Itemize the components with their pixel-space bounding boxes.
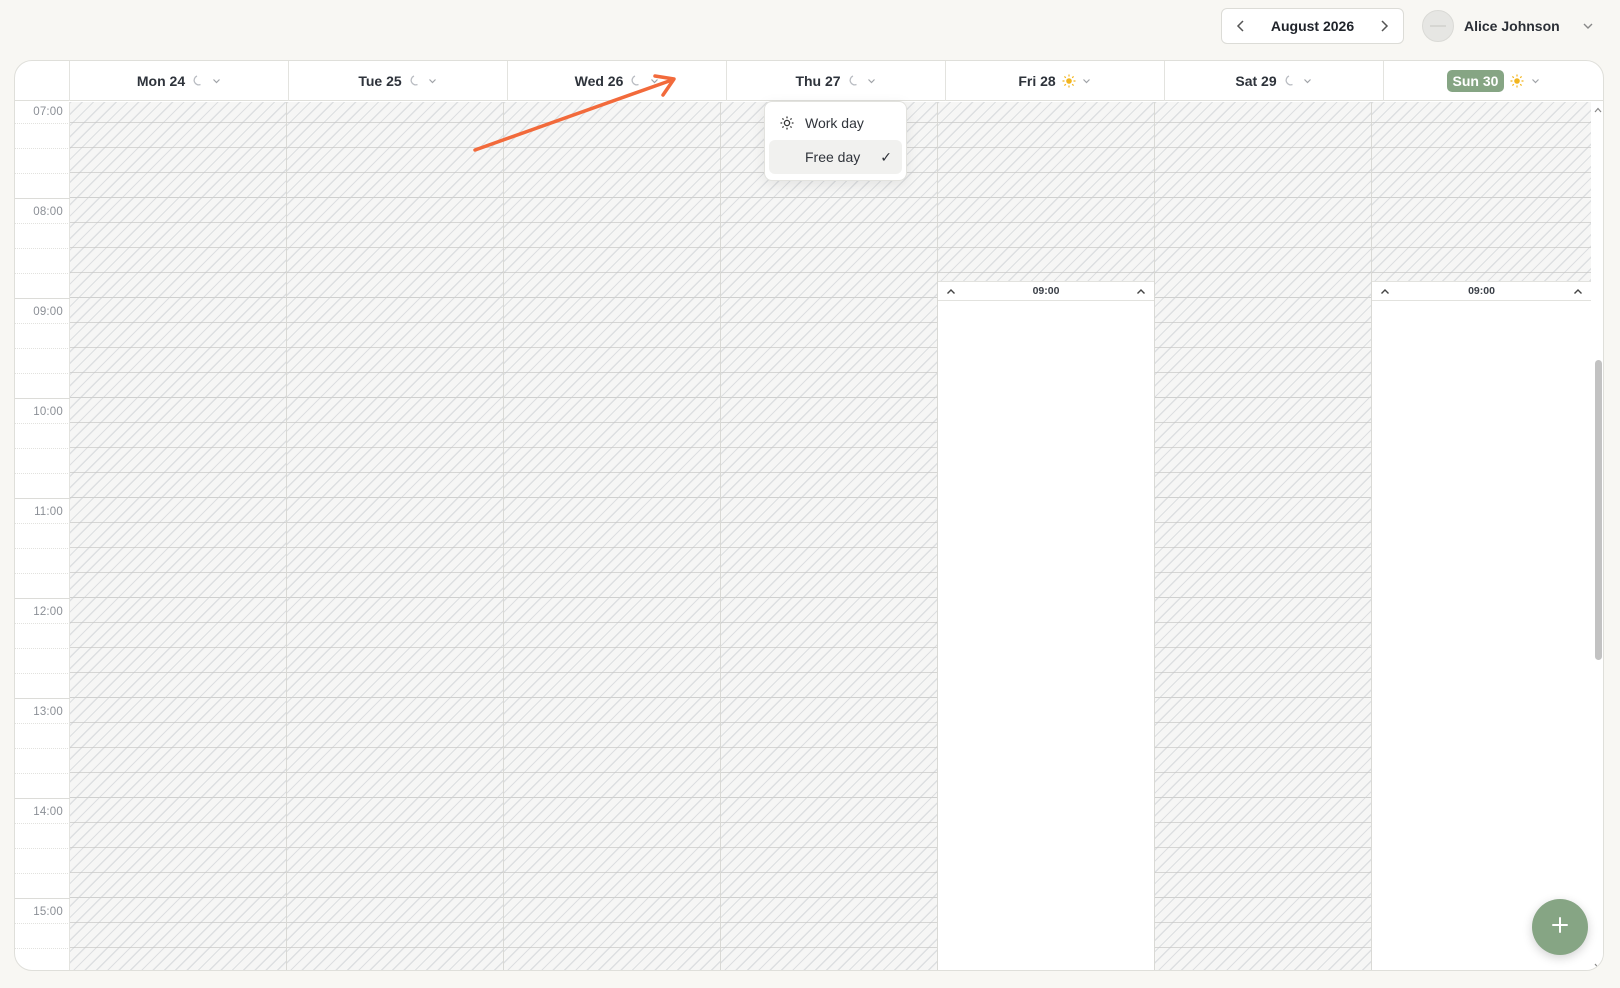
moon-icon bbox=[1283, 74, 1297, 88]
chevron-down-icon[interactable] bbox=[867, 76, 877, 86]
day-column-tue-25[interactable] bbox=[287, 102, 504, 970]
day-label: Thu 27 bbox=[795, 73, 841, 89]
unavailable-area bbox=[1155, 102, 1371, 970]
time-label: 11:00 bbox=[34, 506, 63, 518]
avatar bbox=[1422, 10, 1454, 42]
month-navigator: August 2026 bbox=[1221, 8, 1404, 44]
chevron-down-icon[interactable] bbox=[1530, 76, 1540, 86]
scrollbar-thumb[interactable] bbox=[1595, 360, 1602, 660]
sun-icon bbox=[1510, 74, 1524, 88]
time-label: 07:00 bbox=[33, 106, 63, 118]
time-label: 10:00 bbox=[33, 406, 63, 418]
work-start-time: 09:00 bbox=[1468, 285, 1495, 297]
chevron-down-icon[interactable] bbox=[1082, 76, 1092, 86]
scroll-up-icon[interactable] bbox=[1594, 106, 1602, 114]
day-header-fri-28[interactable]: Fri 28 bbox=[946, 61, 1165, 101]
time-label: 15:00 bbox=[33, 906, 63, 918]
time-gutter: 07:00 08:00 09:00 10:00 11:00 12:00 13:0… bbox=[15, 102, 70, 970]
chevron-left-icon[interactable] bbox=[1230, 15, 1252, 37]
sun-icon bbox=[1062, 74, 1076, 88]
time-grid: 07:00 08:00 09:00 10:00 11:00 12:00 13:0… bbox=[15, 102, 1603, 970]
work-start-time: 09:00 bbox=[1032, 285, 1060, 297]
chevron-down-icon[interactable] bbox=[649, 76, 659, 86]
chevron-down-icon bbox=[1582, 17, 1594, 35]
header-gutter bbox=[15, 61, 70, 101]
unavailable-area bbox=[504, 102, 720, 970]
chevron-down-icon[interactable] bbox=[1303, 76, 1313, 86]
day-column-mon-24[interactable] bbox=[70, 102, 287, 970]
day-label: Fri 28 bbox=[1018, 73, 1056, 89]
unavailable-area bbox=[938, 102, 1154, 282]
day-header-thu-27[interactable]: Thu 27 bbox=[727, 61, 946, 101]
day-column-thu-27[interactable] bbox=[721, 102, 938, 970]
time-label: 09:00 bbox=[33, 306, 63, 318]
moon-icon bbox=[779, 149, 795, 165]
moon-icon bbox=[191, 74, 205, 88]
moon-icon bbox=[629, 74, 643, 88]
chevron-up-icon[interactable] bbox=[1134, 284, 1148, 298]
week-calendar: Mon 24 Tue 25 Wed 26 Thu 27 Fri 28 Sat 2… bbox=[14, 60, 1604, 971]
chevron-up-icon[interactable] bbox=[944, 284, 958, 298]
time-label: 13:00 bbox=[33, 706, 63, 718]
day-column-fri-28[interactable]: 09:00 bbox=[938, 102, 1155, 970]
day-label: Sat 29 bbox=[1235, 73, 1277, 89]
unavailable-area bbox=[721, 102, 937, 970]
work-start-handle[interactable]: 09:00 bbox=[938, 281, 1154, 301]
scrollbar[interactable] bbox=[1591, 102, 1603, 970]
work-start-handle[interactable]: 09:00 bbox=[1372, 281, 1591, 301]
day-label: Mon 24 bbox=[136, 73, 186, 89]
time-label: 14:00 bbox=[33, 806, 63, 818]
day-header-sun-30[interactable]: Sun 30 bbox=[1384, 61, 1603, 101]
day-mode-menu: Work day Free day ✓ bbox=[764, 101, 907, 181]
moon-icon bbox=[408, 74, 422, 88]
unavailable-area bbox=[1372, 102, 1591, 282]
chevron-down-icon[interactable] bbox=[211, 76, 221, 86]
time-label: 08:00 bbox=[33, 206, 63, 218]
day-header-mon-24[interactable]: Mon 24 bbox=[70, 61, 289, 101]
day-header-sat-29[interactable]: Sat 29 bbox=[1165, 61, 1384, 101]
month-label: August 2026 bbox=[1270, 18, 1355, 34]
menu-item-free-day[interactable]: Free day ✓ bbox=[769, 140, 902, 174]
chevron-up-icon[interactable] bbox=[1571, 284, 1585, 298]
user-name: Alice Johnson bbox=[1464, 18, 1560, 34]
day-label: Tue 25 bbox=[358, 73, 402, 89]
chevron-down-icon[interactable] bbox=[428, 76, 438, 86]
time-label: 12:00 bbox=[33, 606, 63, 618]
scroll-down-icon[interactable] bbox=[1594, 962, 1602, 970]
day-header-tue-25[interactable]: Tue 25 bbox=[289, 61, 508, 101]
today-badge: Sun 30 bbox=[1446, 70, 1505, 92]
plus-icon bbox=[1551, 916, 1569, 939]
add-event-button[interactable] bbox=[1532, 899, 1588, 955]
unavailable-area bbox=[70, 102, 286, 970]
day-column-sat-29[interactable] bbox=[1155, 102, 1372, 970]
menu-item-label: Work day bbox=[805, 115, 864, 131]
user-menu[interactable]: Alice Johnson bbox=[1422, 10, 1594, 42]
day-column-sun-30[interactable]: 09:00 bbox=[1372, 102, 1591, 970]
sun-icon bbox=[779, 115, 795, 131]
unavailable-area bbox=[287, 102, 503, 970]
day-label: Wed 26 bbox=[574, 73, 624, 89]
checkmark-icon: ✓ bbox=[880, 148, 892, 165]
day-column-wed-26[interactable] bbox=[504, 102, 721, 970]
menu-item-label: Free day bbox=[805, 149, 861, 165]
day-header-row: Mon 24 Tue 25 Wed 26 Thu 27 Fri 28 Sat 2… bbox=[15, 61, 1603, 101]
chevron-up-icon[interactable] bbox=[1378, 284, 1392, 298]
chevron-right-icon[interactable] bbox=[1373, 15, 1395, 37]
day-header-wed-26[interactable]: Wed 26 bbox=[508, 61, 727, 101]
menu-item-work-day[interactable]: Work day bbox=[769, 106, 902, 140]
moon-icon bbox=[847, 74, 861, 88]
